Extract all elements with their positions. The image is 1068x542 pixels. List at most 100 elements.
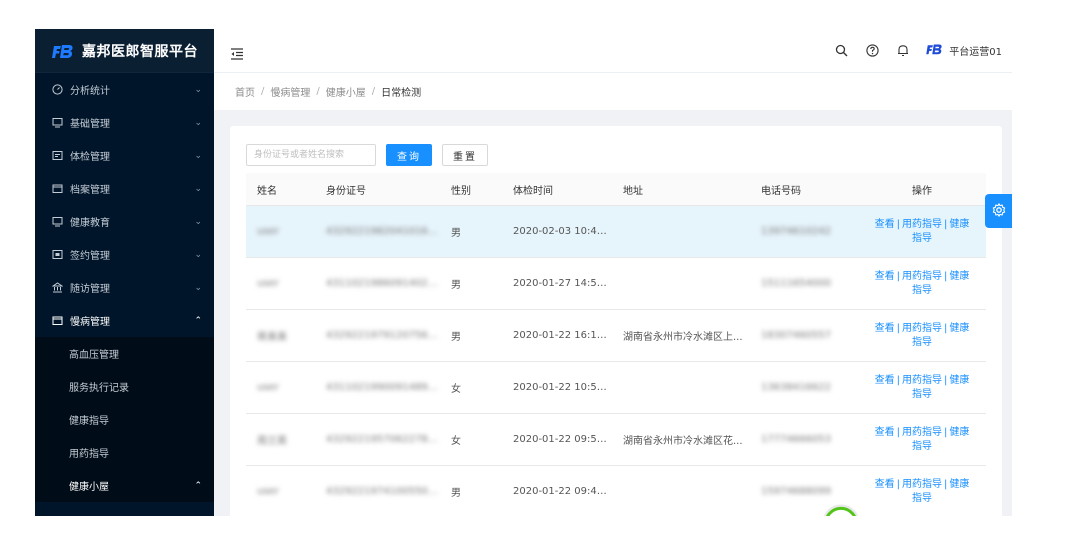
separator: |: [896, 322, 900, 334]
settings-drawer-button[interactable]: [985, 194, 1012, 228]
help-icon[interactable]: [865, 44, 879, 58]
health-guide-link-cont[interactable]: 指导: [912, 337, 932, 348]
cell-gender: 女: [451, 384, 461, 395]
table-row[interactable]: user 431102198609140213 男 2020-01-27 14:…: [246, 258, 986, 310]
column-header: 姓名: [257, 185, 277, 197]
breadcrumb-separator: /: [261, 86, 265, 97]
sidebar-item-education[interactable]: 健康教育 ⌄: [35, 205, 214, 238]
medication-guide-link[interactable]: 用药指导: [902, 323, 942, 334]
separator: |: [896, 374, 900, 386]
bell-icon[interactable]: [896, 44, 910, 58]
sidebar-subitem-medication-guide[interactable]: 用药指导: [35, 436, 214, 469]
breadcrumb-separator: /: [371, 86, 376, 97]
table-row[interactable]: user 432922198204101628 男 2020-02-03 10:…: [246, 206, 986, 258]
sidebar-item-basic[interactable]: 基础管理 ⌄: [35, 106, 214, 139]
user-name: 平台运营01: [949, 47, 1002, 58]
cell-name: user: [257, 486, 279, 497]
view-link[interactable]: 查看: [875, 479, 895, 490]
cell-id-number: 432922197912075652: [326, 330, 440, 341]
app-window: 嘉邦医郎智服平台 分析统计 ⌄ 基础管理 ⌄ 体检管理 ⌄ 档案管理 ⌄ 健康教…: [35, 29, 1012, 516]
health-guide-link[interactable]: 健康: [949, 479, 969, 490]
cell-actions: 查看 | 用药指导 | 健康 指导: [858, 478, 986, 506]
cell-id-number: 431102199009148926: [326, 382, 440, 393]
sidebar-subitem-label: 高血压管理: [69, 350, 119, 361]
cell-address: 湖南省永州市冷水滩区上...: [623, 332, 743, 343]
health-guide-link-cont[interactable]: 指导: [912, 233, 932, 244]
sidebar-item-contract[interactable]: 签约管理 ⌄: [35, 238, 214, 271]
health-guide-link[interactable]: 健康: [949, 271, 969, 282]
health-guide-link-cont[interactable]: 指导: [912, 285, 932, 296]
health-guide-link[interactable]: 健康: [949, 427, 969, 438]
sidebar-item-followup[interactable]: 随访管理 ⌄: [35, 271, 214, 304]
search-bar: 查询 重置: [246, 144, 488, 166]
sidebar-item-chronic[interactable]: 慢病管理 ⌃: [35, 304, 214, 337]
sidebar-item-records[interactable]: 档案管理 ⌄: [35, 172, 214, 205]
user-menu[interactable]: 平台运营01: [926, 43, 1002, 58]
sidebar-item-checkup[interactable]: 体检管理 ⌄: [35, 139, 214, 172]
sidebar-subitem-label: 健康小屋: [69, 482, 109, 493]
main-panel: 查询 重置 姓名 身份证号 性别 体检时间 地址 电话号码 操作 user 43…: [230, 126, 1002, 516]
table-row[interactable]: 周兰英 432922195706227829 女 2020-01-22 09:5…: [246, 414, 986, 466]
search-input[interactable]: [246, 144, 376, 166]
health-guide-link[interactable]: 健康: [949, 323, 969, 334]
medication-guide-link[interactable]: 用药指导: [902, 219, 942, 230]
sidebar-subitem-hypertension[interactable]: 高血压管理: [35, 337, 214, 370]
breadcrumb-chronic[interactable]: 慢病管理: [270, 84, 310, 99]
separator: |: [944, 218, 948, 230]
cell-checkup-time: 2020-02-03 10:48:01: [513, 226, 612, 237]
sidebar-subitem-service-records[interactable]: 服务执行记录: [35, 370, 214, 403]
separator: |: [944, 426, 948, 438]
view-link[interactable]: 查看: [875, 323, 895, 334]
sidebar-item-label: 体检管理: [70, 152, 110, 163]
cell-checkup-time: 2020-01-22 09:54:23: [513, 434, 612, 445]
health-guide-link-cont[interactable]: 指导: [912, 493, 932, 504]
cell-checkup-time: 2020-01-22 10:57:50: [513, 382, 612, 393]
health-guide-link-cont[interactable]: 指导: [912, 441, 932, 452]
query-button[interactable]: 查询: [386, 144, 432, 166]
view-link[interactable]: 查看: [875, 375, 895, 386]
chevron-up-icon: ⌃: [194, 315, 202, 326]
sidebar-item-analytics[interactable]: 分析统计 ⌄: [35, 73, 214, 106]
search-icon[interactable]: [834, 44, 848, 58]
medication-guide-link[interactable]: 用药指导: [902, 479, 942, 490]
health-guide-link[interactable]: 健康: [949, 375, 969, 386]
cell-phone: 13974610242: [761, 226, 831, 237]
chevron-up-icon: ⌃: [194, 480, 202, 491]
menu-fold-icon[interactable]: [230, 45, 244, 60]
column-header: 地址: [623, 185, 643, 197]
sidebar-subitem-health-guide[interactable]: 健康指导: [35, 403, 214, 436]
gear-icon: [992, 202, 1006, 221]
folder-icon: [52, 183, 63, 194]
breadcrumb-current: 日常检测: [381, 88, 422, 99]
table-row[interactable]: 蒋美美 432922197912075652 男 2020-01-22 16:1…: [246, 310, 986, 362]
brand-logo-icon: [52, 43, 74, 59]
monitor-icon: [52, 117, 63, 128]
contract-icon: [52, 249, 63, 260]
cell-id-number: 432922195706227829: [326, 434, 440, 445]
cell-address: 湖南省永州市冷水滩区花...: [623, 436, 743, 447]
sidebar-item-label: 签约管理: [70, 251, 110, 262]
cell-phone: 17774666053: [761, 434, 831, 445]
table-row[interactable]: user 431102199009148926 女 2020-01-22 10:…: [246, 362, 986, 414]
cell-name: user: [257, 226, 279, 237]
view-link[interactable]: 查看: [875, 271, 895, 282]
medication-guide-link[interactable]: 用药指导: [902, 271, 942, 282]
column-header: 性别: [451, 185, 471, 197]
table-row[interactable]: user 432922197410055010 男 2020-01-22 09:…: [246, 466, 986, 516]
separator: |: [896, 270, 900, 282]
breadcrumb-health-hut[interactable]: 健康小屋: [326, 84, 366, 99]
separator: |: [944, 374, 948, 386]
medication-guide-link[interactable]: 用药指导: [902, 375, 942, 386]
cell-actions: 查看 | 用药指导 | 健康 指导: [858, 270, 986, 298]
health-guide-link-cont[interactable]: 指导: [912, 389, 932, 400]
health-guide-link[interactable]: 健康: [949, 219, 969, 230]
cell-name: user: [257, 382, 279, 393]
view-link[interactable]: 查看: [875, 219, 895, 230]
view-link[interactable]: 查看: [875, 427, 895, 438]
medication-guide-link[interactable]: 用药指导: [902, 427, 942, 438]
breadcrumb-home[interactable]: 首页: [235, 84, 255, 99]
sidebar-submenu-chronic: 高血压管理 服务执行记录 健康指导 用药指导 健康小屋 ⌃: [35, 337, 214, 502]
cell-id-number: 431102198609140213: [326, 278, 440, 289]
sidebar-subitem-health-hut[interactable]: 健康小屋 ⌃: [35, 469, 214, 502]
reset-button[interactable]: 重置: [442, 144, 488, 166]
